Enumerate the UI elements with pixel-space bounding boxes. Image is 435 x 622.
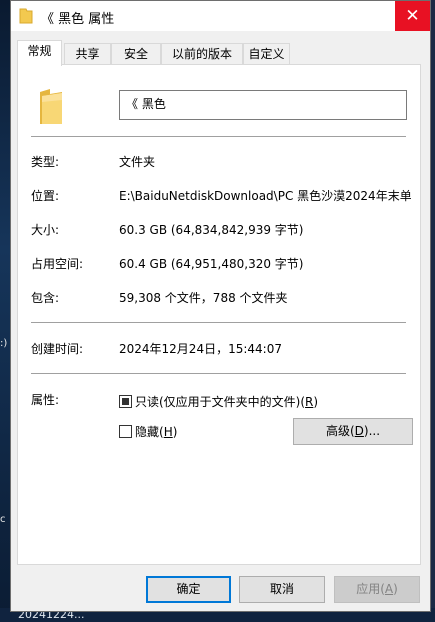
hidden-accesskey: H	[163, 425, 173, 439]
close-icon[interactable]: ✕	[395, 1, 430, 31]
location-value: E:\BaiduNetdiskDownload\PC 黑色沙漠2024年末单	[119, 189, 411, 203]
readonly-label: 只读(仅应用于文件夹中的文件)(	[135, 395, 306, 409]
folder-icon	[40, 89, 62, 124]
readonly-label-close: )	[313, 395, 319, 409]
folder-icon	[19, 8, 33, 24]
attributes-label: 属性:	[31, 393, 60, 407]
hidden-label-close: )	[172, 425, 178, 439]
type-label: 类型:	[31, 155, 60, 169]
checkbox-unchecked-icon[interactable]	[119, 425, 132, 438]
advanced-label: 高级(	[325, 424, 355, 438]
tab-previous-versions[interactable]: 以前的版本	[161, 43, 243, 65]
contains-label: 包含:	[31, 291, 60, 305]
apply-label: 应用(	[356, 582, 385, 596]
apply-label-close: )	[393, 582, 398, 596]
folder-name-input[interactable]: 《 黑色	[119, 90, 407, 120]
tab-sharing[interactable]: 共享	[64, 43, 111, 65]
advanced-accesskey: D	[354, 424, 364, 438]
tab-general[interactable]: 常规	[17, 40, 62, 66]
desktop-text-fragment: :)	[0, 338, 8, 349]
desktop-background	[0, 0, 10, 622]
hidden-checkbox[interactable]: 隐藏(H)	[119, 424, 177, 440]
type-value: 文件夹	[119, 155, 156, 169]
size-value: 60.3 GB (64,834,842,939 字节)	[119, 223, 304, 237]
size-on-disk-value: 60.4 GB (64,951,480,320 字节)	[119, 257, 304, 271]
cancel-button[interactable]: 取消	[239, 576, 325, 603]
apply-accesskey: A	[384, 582, 394, 596]
created-value: 2024年12月24日，15:44:07	[119, 342, 282, 356]
tab-security[interactable]: 安全	[111, 43, 161, 65]
readonly-checkbox[interactable]: 只读(仅应用于文件夹中的文件)(R)	[119, 394, 318, 410]
general-panel: 《 黑色 类型: 文件夹 位置: E:\BaiduNetdiskDownload…	[17, 64, 421, 565]
tab-customize[interactable]: 自定义	[243, 43, 290, 65]
separator	[31, 373, 406, 374]
title-bar[interactable]: 《 黑色 属性 ✕	[11, 1, 430, 31]
checkbox-indeterminate-icon[interactable]	[119, 395, 132, 408]
location-label: 位置:	[31, 189, 60, 203]
advanced-label-close: )...	[363, 424, 381, 438]
created-label: 创建时间:	[31, 342, 84, 356]
advanced-button[interactable]: 高级(D)...	[293, 418, 413, 445]
desktop-text-fragment-2: c	[0, 514, 6, 525]
size-label: 大小:	[31, 223, 60, 237]
separator	[31, 136, 406, 137]
tab-strip: 常规 共享 安全 以前的版本 自定义	[17, 40, 427, 66]
properties-dialog: 《 黑色 属性 ✕ 常规 共享 安全 以前的版本 自定义 《 黑色 类型: 文件…	[10, 0, 431, 612]
separator	[31, 322, 406, 323]
ok-button[interactable]: 确定	[146, 576, 231, 603]
apply-button[interactable]: 应用(A)	[334, 576, 420, 603]
hidden-label: 隐藏(	[135, 425, 164, 439]
contains-value: 59,308 个文件，788 个文件夹	[119, 291, 288, 305]
window-title: 《 黑色 属性	[41, 12, 115, 27]
size-on-disk-label: 占用空间:	[31, 257, 84, 271]
